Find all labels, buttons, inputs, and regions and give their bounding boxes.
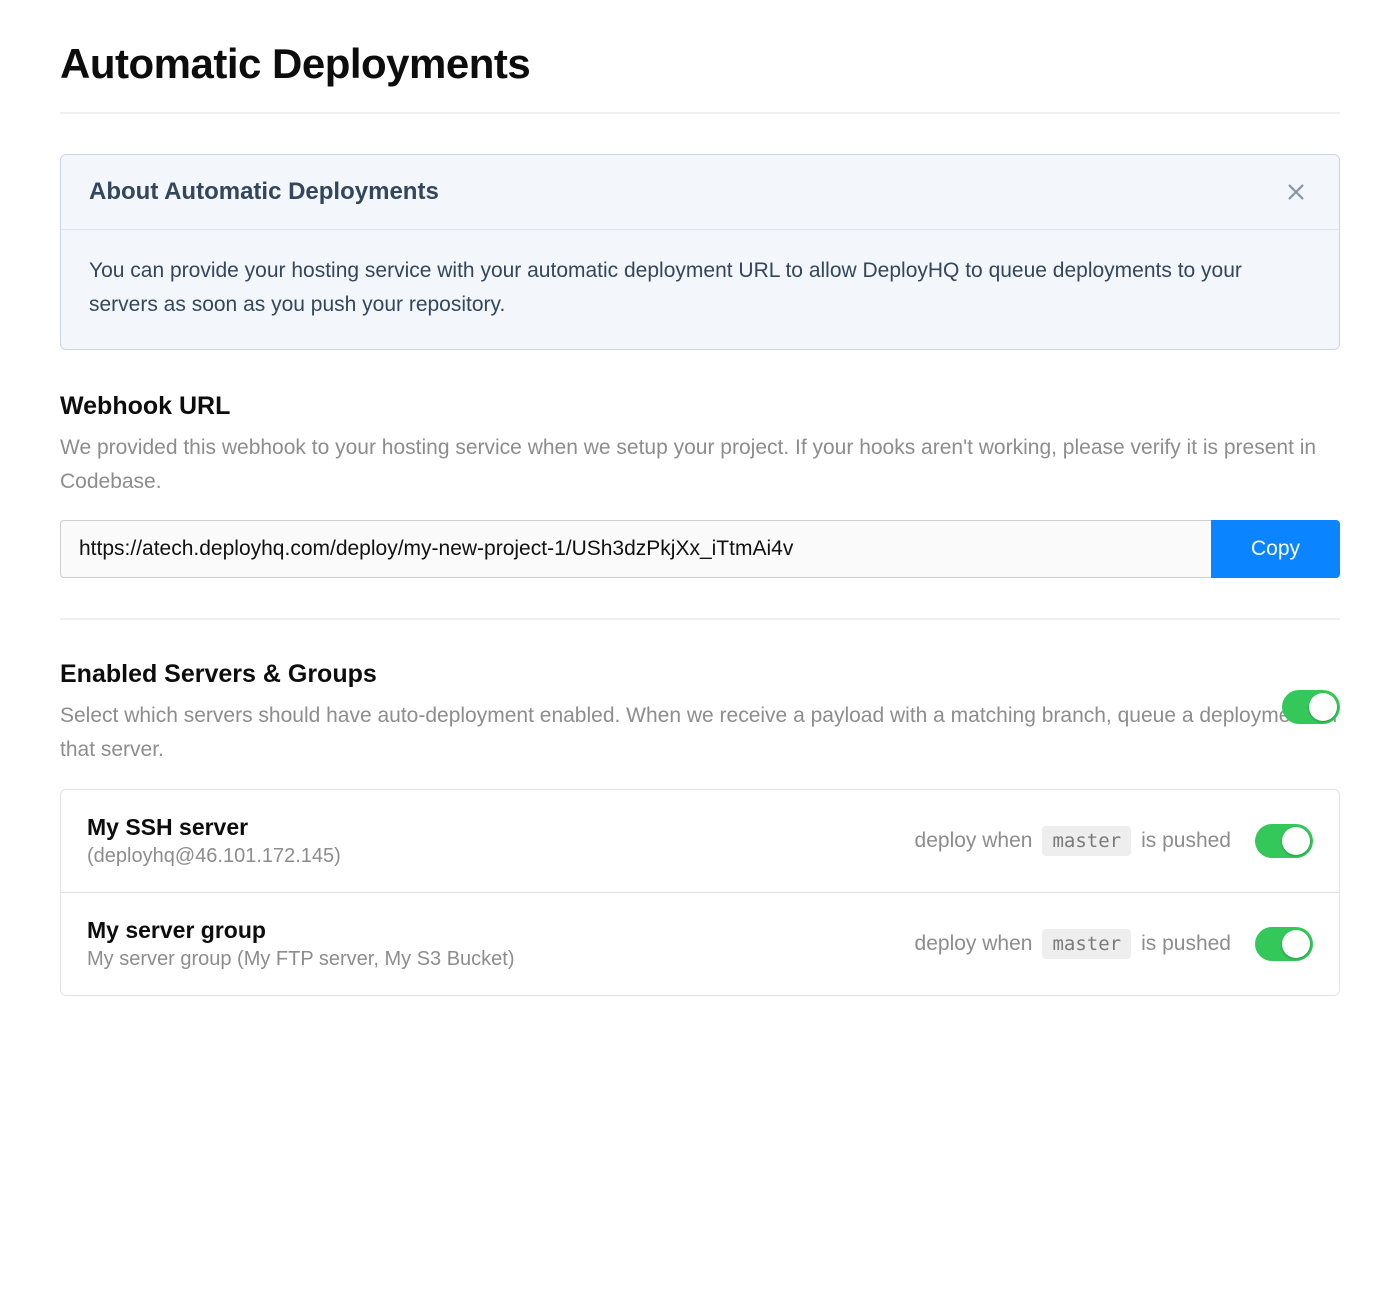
server-row: My server group My server group (My FTP … — [61, 892, 1339, 995]
global-toggle[interactable] — [1282, 690, 1340, 724]
deploy-condition: deploy when master is pushed — [915, 929, 1231, 959]
server-info: My SSH server (deployhq@46.101.172.145) — [87, 814, 891, 868]
server-row: My SSH server (deployhq@46.101.172.145) … — [61, 790, 1339, 892]
info-close-button[interactable] — [1281, 177, 1311, 207]
enabled-description: Select which servers should have auto-de… — [60, 699, 1340, 766]
deploy-prefix: deploy when — [915, 932, 1033, 956]
enabled-block: Enabled Servers & Groups Select which se… — [60, 660, 1340, 766]
server-sub: (deployhq@46.101.172.145) — [87, 845, 891, 868]
server-sub: My server group (My FTP server, My S3 Bu… — [87, 948, 891, 971]
info-box-header: About Automatic Deployments — [61, 155, 1339, 230]
enabled-heading: Enabled Servers & Groups — [60, 660, 1340, 689]
webhook-url-input[interactable] — [60, 520, 1211, 578]
info-box: About Automatic Deployments You can prov… — [60, 154, 1340, 350]
page-title: Automatic Deployments — [60, 40, 1340, 88]
server-toggle[interactable] — [1255, 824, 1313, 858]
deploy-prefix: deploy when — [915, 829, 1033, 853]
webhook-row: Copy — [60, 520, 1340, 578]
copy-button[interactable]: Copy — [1211, 520, 1340, 578]
webhook-description: We provided this webhook to your hosting… — [60, 431, 1340, 498]
server-name: My SSH server — [87, 814, 891, 841]
webhook-heading: Webhook URL — [60, 392, 1340, 421]
deploy-suffix: is pushed — [1141, 932, 1231, 956]
title-divider — [60, 112, 1340, 114]
deploy-suffix: is pushed — [1141, 829, 1231, 853]
server-name: My server group — [87, 917, 891, 944]
close-icon — [1285, 181, 1307, 203]
branch-chip: master — [1042, 826, 1131, 856]
section-divider — [60, 618, 1340, 620]
info-box-title: About Automatic Deployments — [89, 178, 439, 206]
info-box-body: You can provide your hosting service wit… — [61, 230, 1339, 349]
branch-chip: master — [1042, 929, 1131, 959]
server-list: My SSH server (deployhq@46.101.172.145) … — [60, 789, 1340, 996]
server-info: My server group My server group (My FTP … — [87, 917, 891, 971]
deploy-condition: deploy when master is pushed — [915, 826, 1231, 856]
server-toggle[interactable] — [1255, 927, 1313, 961]
